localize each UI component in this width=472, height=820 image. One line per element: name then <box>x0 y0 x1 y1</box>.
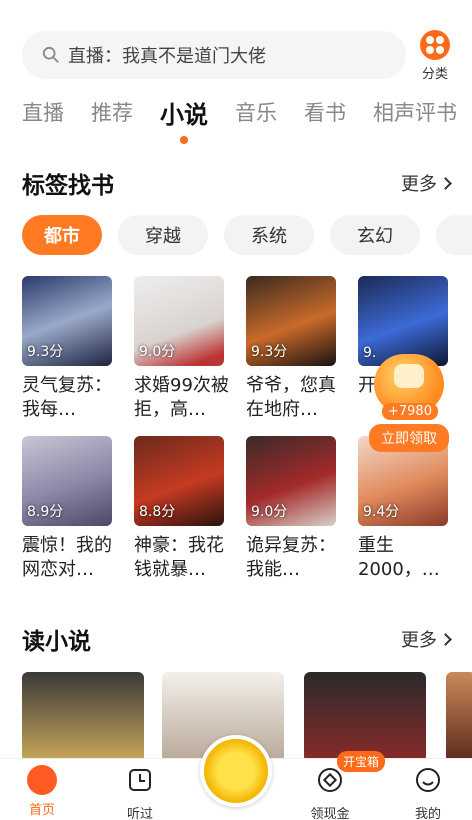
tag-chips: 都市 穿越 系统 玄幻 重 <box>22 215 472 255</box>
book-cover: 8.8分 <box>134 436 224 526</box>
book-cover: 9.0分 <box>134 276 224 366</box>
nav-listened-label: 听过 <box>126 807 153 820</box>
tab-crosstalk[interactable]: 相声评书 <box>373 97 457 127</box>
novel-more-link[interactable]: 更多 <box>401 626 452 652</box>
book-card[interactable]: 9.0分 求婚99次被拒，高… <box>134 276 229 422</box>
tag-more-link[interactable]: 更多 <box>401 170 452 196</box>
book-card[interactable]: 9.3分 灵气复苏：我每… <box>22 276 116 422</box>
book-rating: 9.0分 <box>251 504 288 520</box>
coin-icon <box>318 768 342 792</box>
category-button[interactable]: 分类 <box>415 30 455 82</box>
book-rating: 9.4分 <box>363 504 400 520</box>
book-cover: 9.0分 <box>246 436 336 526</box>
book-card[interactable]: 9.0分 诡异复苏：我能… <box>246 436 340 582</box>
book-card[interactable]: 9.4分 重生2000，… <box>358 436 452 582</box>
search-icon <box>42 46 59 63</box>
novel-cover[interactable] <box>22 672 144 762</box>
nav-earn-label: 领现金 <box>310 807 350 820</box>
book-cover: 9.3分 <box>22 276 112 366</box>
reward-float[interactable]: +7980 立即领取 <box>369 354 449 452</box>
tab-live[interactable]: 直播 <box>22 97 64 127</box>
chip-fantasy[interactable]: 玄幻 <box>330 215 420 255</box>
clock-icon <box>129 769 151 791</box>
top-tabs: 直播 推荐 小说 音乐 看书 相声评书 <box>22 92 472 144</box>
book-cover: 9. <box>358 276 448 366</box>
novel-section-title: 读小说 <box>22 629 91 655</box>
claim-button[interactable]: 立即领取 <box>369 424 449 452</box>
chip-rebirth[interactable]: 重 <box>436 215 472 255</box>
book-title: 震惊！我的网恋对… <box>22 535 112 580</box>
nav-earn[interactable]: 领现金 <box>300 765 360 820</box>
category-label: 分类 <box>421 67 448 82</box>
book-card[interactable]: 9.3分 爷爷，您真在地府… <box>246 276 340 422</box>
app-screen: 直播：我真不是道门大佬 分类 直播 推荐 小说 音乐 看书 相声评书 标签找书 … <box>0 0 472 820</box>
tab-recommend[interactable]: 推荐 <box>91 97 133 127</box>
book-card[interactable]: 8.9分 震惊！我的网恋对… <box>22 436 116 582</box>
category-icon <box>420 30 450 60</box>
nav-mine-label: 我的 <box>414 807 441 820</box>
book-rating: 9.3分 <box>251 344 288 360</box>
smile-icon <box>416 768 440 792</box>
book-rating: 8.9分 <box>27 504 64 520</box>
chip-system[interactable]: 系统 <box>224 215 314 255</box>
book-cover: 9.3分 <box>246 276 336 366</box>
search-bar[interactable]: 直播：我真不是道门大佬 <box>22 31 406 79</box>
book-cover: 8.9分 <box>22 436 112 526</box>
chevron-right-icon <box>439 633 452 646</box>
novel-more-label: 更多 <box>401 630 437 651</box>
chip-time-travel[interactable]: 穿越 <box>118 215 208 255</box>
novel-cover[interactable] <box>446 672 472 762</box>
book-title: 灵气复苏：我每… <box>22 375 112 420</box>
book-title: 诡异复苏：我能… <box>246 535 336 580</box>
book-title: 神豪：我花钱就暴… <box>134 535 224 580</box>
reward-points: +7980 <box>382 403 438 420</box>
chevron-right-icon <box>439 177 452 190</box>
play-disc-icon[interactable] <box>200 735 272 807</box>
tab-music[interactable]: 音乐 <box>235 97 277 127</box>
chip-city[interactable]: 都市 <box>22 215 102 255</box>
book-rating: 9.3分 <box>27 344 64 360</box>
nav-listened[interactable]: 听过 <box>110 765 170 820</box>
novel-cover[interactable] <box>304 672 426 762</box>
tab-read[interactable]: 看书 <box>304 97 346 127</box>
nav-home-label: 首页 <box>28 803 55 818</box>
book-card[interactable]: 8.8分 神豪：我花钱就暴… <box>134 436 228 582</box>
book-title: 重生2000，… <box>358 535 440 580</box>
nav-mine[interactable]: 我的 <box>398 765 458 820</box>
home-icon <box>27 765 57 795</box>
book-rating: 8.8分 <box>139 504 176 520</box>
coin-bag-icon: +7980 <box>374 354 444 420</box>
tag-more-label: 更多 <box>401 174 437 195</box>
bottom-nav: 首页 听过 开宝箱 领现金 我的 <box>0 735 472 820</box>
tag-section-title: 标签找书 <box>22 173 114 199</box>
nav-home[interactable]: 首页 <box>12 765 72 818</box>
book-title: 爷爷，您真在地府… <box>246 375 336 420</box>
search-text: 直播：我真不是道门大佬 <box>68 46 266 67</box>
book-rating: 9.0分 <box>139 344 176 360</box>
book-title: 求婚99次被拒，高… <box>134 375 229 420</box>
tab-novel[interactable]: 小说 <box>160 95 208 144</box>
